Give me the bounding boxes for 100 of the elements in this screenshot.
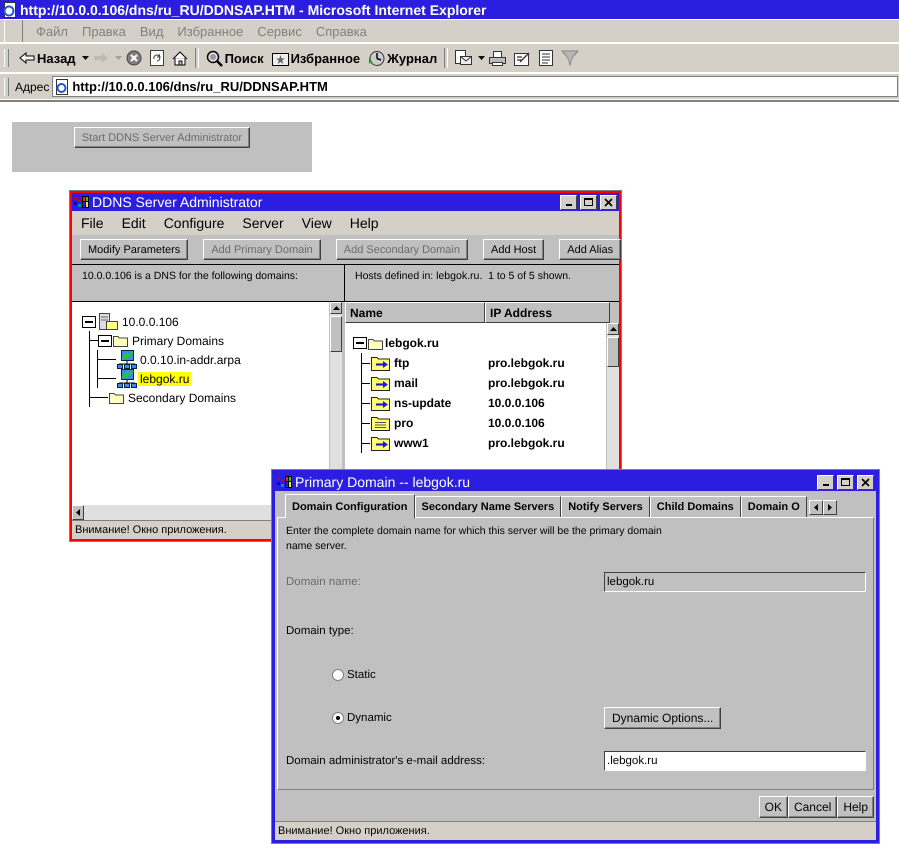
edit-icon [514,50,532,66]
caret-icon[interactable] [478,56,486,60]
toolbar-grip[interactable] [4,49,9,67]
close-button[interactable] [857,474,874,490]
menu-item[interactable]: File [72,215,113,231]
collapse-box-icon[interactable] [98,334,112,346]
network-icon [117,350,137,370]
menu-item[interactable]: Configure [154,215,234,231]
minimize-icon [566,204,572,206]
menu-item[interactable]: Server [233,215,293,231]
scroll-right-button[interactable] [822,500,837,514]
tree-item[interactable]: 0.0.10.in-addr.arpa [138,352,243,366]
column-header[interactable]: IP Address [485,302,610,323]
home-icon [172,50,188,66]
search-icon [206,50,223,66]
folder-arrow-icon [371,375,391,391]
printer-icon [489,50,506,66]
dialog-button[interactable]: OK [758,796,788,818]
tree-item[interactable]: Secondary Domains [126,390,238,404]
tab[interactable]: Child Domains [650,496,741,517]
scroll-thumb[interactable] [330,316,342,352]
dynamic-options-button[interactable]: Dynamic Options... [604,706,722,728]
folder-arrow-icon [371,355,391,371]
host-address: 10.0.0.106 [488,396,545,410]
toolbar-grip[interactable] [4,78,9,96]
tree-item[interactable]: 10.0.0.106 [120,314,181,328]
window-title: Primary Domain -- lebgok.ru [295,474,472,490]
tree-item[interactable]: Primary Domains [130,334,226,348]
close-icon [860,478,870,486]
close-button[interactable] [600,194,617,210]
folder-icon [368,336,384,350]
mail-icon [455,50,472,66]
column-header[interactable]: Name [345,302,485,323]
radio-label[interactable]: Static [347,668,376,680]
minimize-button[interactable] [560,194,577,210]
up-arrow-icon [332,305,340,311]
search-button[interactable]: Поиск [202,48,268,68]
status-bar: Внимание! Окно приложения. [275,821,876,840]
dialog-button[interactable]: Cancel [788,796,838,818]
radio-button[interactable] [332,668,344,680]
folder-document-icon [371,415,391,431]
ie-page-icon [55,78,70,94]
dialog-button[interactable]: Help [837,796,874,818]
hosts-header: Hosts defined in: lebgok.ru. 1 to 5 of 5 shown. [354,269,572,284]
collapse-box-icon[interactable] [82,316,96,328]
radio-button[interactable] [332,712,344,724]
window-title: DDNS Server Administrator [92,194,264,210]
menu-item[interactable]: Edit [112,215,155,231]
scroll-left-button[interactable] [808,500,823,514]
history-button[interactable]: Журнал [364,48,442,68]
radio-label[interactable]: Dynamic [347,712,392,724]
tab[interactable]: Domain O [740,496,807,517]
forward-arrow-icon [92,52,109,64]
maximize-button[interactable] [580,194,597,210]
tab[interactable]: Secondary Name Servers [414,496,562,517]
host-name[interactable]: ftp [392,356,488,370]
tree-item[interactable]: lebgok.ru [138,372,192,386]
right-arrow-icon [826,502,833,512]
scroll-left-button[interactable] [72,505,84,520]
collapse-box-icon[interactable] [353,337,367,349]
tab[interactable]: Notify Servers [561,496,650,517]
toolbar-grip[interactable] [4,20,23,42]
menu-item[interactable]: Help [340,215,388,231]
toolbar-button[interactable]: Add Host [482,239,544,260]
host-address: pro.lebgok.ru [488,356,565,370]
scroll-up-button[interactable] [607,323,619,335]
domain-label[interactable]: lebgok.ru [385,336,440,350]
scroll-up-button[interactable] [330,302,342,314]
caret-icon[interactable] [82,56,89,60]
field-label: Domain type: [286,624,355,636]
back-button[interactable]: Назад [15,48,80,68]
host-address: pro.lebgok.ru [488,436,565,450]
document-icon [539,50,554,66]
folder-arrow-icon [371,395,391,411]
host-address: pro.lebgok.ru [488,376,565,390]
maximize-button[interactable] [837,474,854,490]
host-name[interactable]: mail [392,376,488,390]
tab[interactable]: Domain Configuration [285,494,414,518]
address-label: Адрес [15,80,50,94]
minimize-button[interactable] [817,474,834,490]
app-icon [277,475,293,489]
refresh-icon [150,50,164,66]
host-name[interactable]: ns-update [392,396,488,410]
star-folder-icon [272,50,289,66]
toolbar-button[interactable]: Add Alias [559,239,622,260]
field-label: Domain name: [286,576,362,588]
left-arrow-icon [812,502,819,512]
window-title: http://10.0.0.106/dns/ru_RU/DDNSAP.HTM - Microsoft Internet Explorer [20,2,486,18]
toolbar-button[interactable]: Modify Parameters [80,239,188,260]
favorites-button[interactable]: Избранное [268,48,364,68]
host-name[interactable]: www1 [392,436,488,450]
email-field[interactable]: .lebgok.ru [604,751,866,771]
scroll-thumb[interactable] [607,337,619,367]
minimize-icon [822,484,828,486]
app-icon [74,195,90,209]
host-name[interactable]: pro [392,416,488,430]
address-field[interactable]: http://10.0.0.106/dns/ru_RU/DDNSAP.HTM [52,76,898,97]
back-arrow-icon [19,52,35,64]
menu-item[interactable]: View [292,215,341,231]
server-icon [97,312,119,332]
